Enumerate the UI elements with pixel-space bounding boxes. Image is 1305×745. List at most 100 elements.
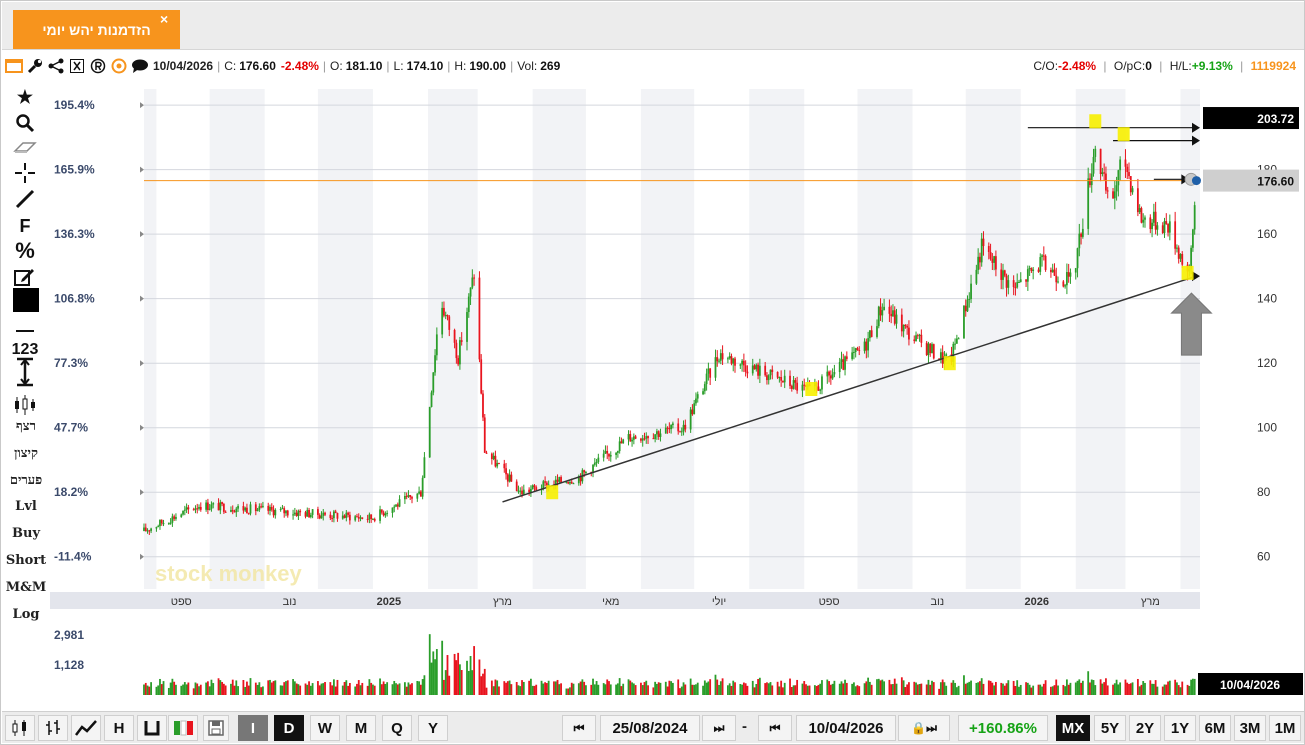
range-mx[interactable]: MX — [1056, 715, 1090, 741]
candle-body — [274, 509, 277, 516]
volume-bar — [932, 682, 935, 695]
volume-bar — [304, 683, 307, 695]
lvl-button[interactable]: Lvl — [4, 499, 48, 514]
edit-icon[interactable] — [10, 265, 40, 289]
candle-body — [205, 502, 208, 510]
candle-body — [212, 503, 215, 505]
mm-button[interactable]: M&M — [4, 580, 48, 595]
volume-bar — [592, 678, 594, 695]
window-icon[interactable] — [5, 57, 23, 75]
range-1y[interactable]: 1Y — [1164, 715, 1196, 741]
comment-icon[interactable] — [131, 57, 149, 75]
short-button[interactable]: Short — [4, 553, 48, 568]
search-icon[interactable] — [10, 111, 40, 135]
candle-body — [143, 527, 145, 531]
lock-forward-icon[interactable]: 🔒 ⏭ — [898, 715, 950, 741]
target-icon[interactable] — [110, 57, 128, 75]
volume-bar — [805, 684, 807, 695]
candle-body — [868, 330, 871, 339]
close-icon[interactable]: × — [160, 11, 168, 27]
volume-bar — [908, 682, 910, 695]
interval-intraday[interactable]: I — [238, 715, 268, 741]
ohlc-bars-icon[interactable] — [38, 715, 68, 741]
candles-icon[interactable] — [10, 393, 40, 417]
candle-body — [373, 519, 376, 521]
candle-body — [831, 374, 834, 379]
gaps-button[interactable]: פערים — [4, 472, 48, 488]
line-tool-icon[interactable] — [10, 187, 40, 211]
co-value: -2.48% — [1058, 59, 1097, 73]
volume-bar — [398, 683, 401, 695]
save-icon[interactable] — [203, 715, 229, 741]
candle-body — [407, 495, 410, 497]
percent-tool[interactable]: % — [10, 238, 40, 263]
volume-bar — [1078, 679, 1081, 695]
candle-body — [498, 462, 500, 464]
range-2y[interactable]: 2Y — [1129, 715, 1161, 741]
kitzun-button[interactable]: קיצון — [4, 445, 48, 461]
range-6m[interactable]: 6M — [1199, 715, 1231, 741]
range-5y[interactable]: 5Y — [1094, 715, 1126, 741]
interval-monthly[interactable]: M — [346, 715, 376, 741]
candlestick-icon[interactable] — [5, 715, 35, 741]
crosshair-icon[interactable] — [10, 161, 40, 185]
candle-body — [233, 511, 236, 513]
candle-body — [1062, 281, 1065, 287]
volume-bar — [979, 681, 981, 695]
change-value: -2.48% — [280, 59, 319, 73]
volume-bar — [829, 684, 832, 695]
hilo-icon[interactable]: H — [104, 715, 134, 741]
registered-icon[interactable] — [89, 57, 107, 75]
line-chart-icon[interactable] — [71, 715, 101, 741]
end-date[interactable]: 10/04/2026 — [796, 715, 896, 741]
volume-bar — [1151, 683, 1153, 695]
color-picker[interactable] — [13, 288, 39, 312]
log-button[interactable]: Log — [4, 607, 48, 622]
range-3m[interactable]: 3M — [1234, 715, 1266, 741]
tab-chart[interactable]: הזדמנות יהש יומי — [13, 10, 180, 49]
candle-body — [904, 324, 907, 326]
price-chart[interactable]: stock monkey 195.4% 165.9% 136.3% 106.8% 77.… — [50, 81, 1303, 699]
candle-body — [1113, 191, 1116, 199]
volume-bar — [441, 640, 444, 695]
volume-bar — [272, 681, 275, 695]
candle-body — [629, 434, 632, 442]
candle-body — [730, 356, 733, 364]
volume-bar — [1165, 684, 1168, 695]
volume-bar — [411, 683, 413, 695]
start-forward-icon[interactable]: ⏭ — [702, 715, 736, 741]
candle-body — [185, 507, 188, 510]
share-icon[interactable] — [47, 57, 65, 75]
range-1m[interactable]: 1M — [1269, 715, 1301, 741]
star-icon[interactable]: ★ — [10, 85, 40, 109]
volume-bar — [689, 678, 692, 695]
volume-bar — [695, 684, 697, 695]
candle-body — [597, 457, 600, 462]
candle-body — [522, 489, 525, 495]
volume-bar — [510, 684, 513, 695]
fibonacci-tool[interactable]: F — [10, 214, 40, 238]
app-window: הזדמנות יהש יומי × 10/04/2026 | C: 176.6… — [0, 0, 1305, 745]
volume-bar — [1087, 671, 1090, 695]
buy-button[interactable]: Buy — [4, 526, 48, 541]
rezef-button[interactable]: רצף — [4, 418, 48, 434]
candle-body — [246, 507, 248, 514]
highlight-marker — [943, 356, 956, 371]
start-date[interactable]: 25/08/2024 — [600, 715, 700, 741]
interval-yearly[interactable]: Y — [418, 715, 448, 741]
candle-body — [840, 359, 843, 362]
excel-icon[interactable] — [68, 57, 86, 75]
heikin-ashi-icon[interactable] — [168, 715, 198, 741]
interval-weekly[interactable]: W — [310, 715, 340, 741]
interval-quarterly[interactable]: Q — [382, 715, 412, 741]
candle-body — [309, 514, 312, 518]
start-back-icon[interactable]: ⏮ — [562, 715, 596, 741]
candle-body — [641, 438, 644, 441]
wrench-icon[interactable] — [26, 57, 44, 75]
end-back-icon[interactable]: ⏮ — [758, 715, 792, 741]
vertical-resize-icon[interactable] — [10, 357, 40, 387]
bracket-icon[interactable] — [137, 715, 167, 741]
volume-value: 269 — [540, 59, 561, 73]
eraser-icon[interactable] — [10, 136, 40, 160]
interval-daily[interactable]: D — [274, 715, 304, 741]
